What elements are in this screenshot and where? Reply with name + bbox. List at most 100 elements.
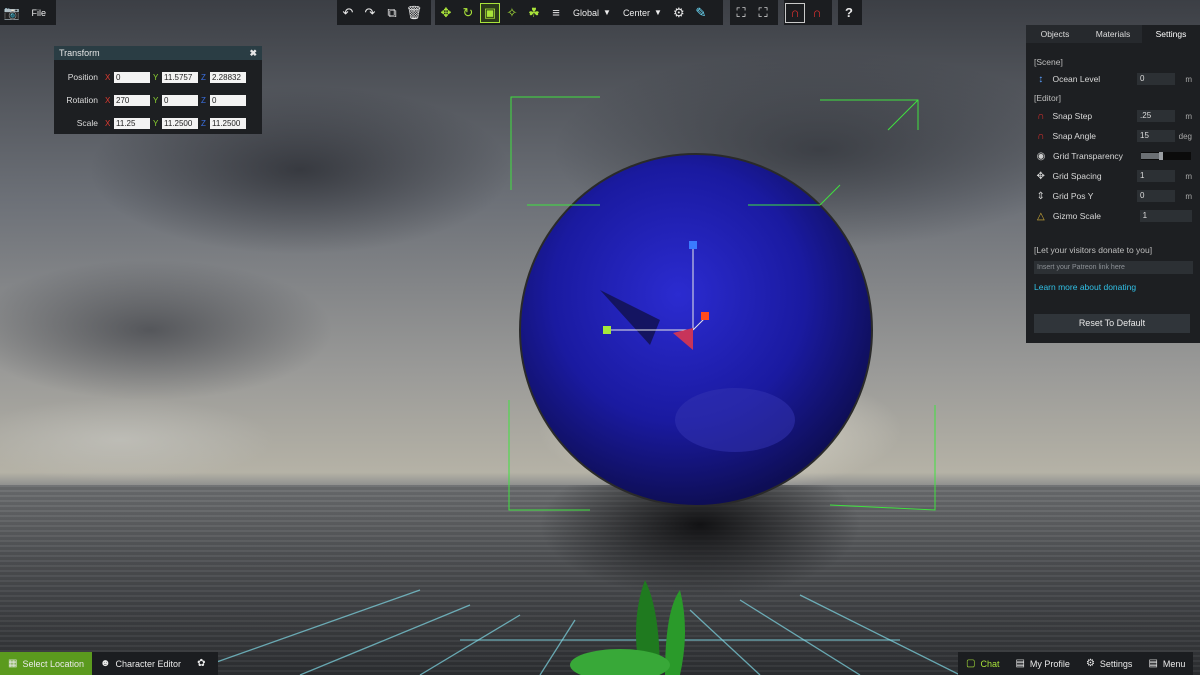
top-toolbar: 📷 File ↶ ↷ ⧉ 🗑 ✥ ↻ ▣ ✧ ☘ ≡ Global ▼ Cente…: [0, 0, 1200, 25]
axis-x-label: X: [105, 72, 111, 82]
reset-default-button[interactable]: Reset To Default: [1034, 314, 1190, 333]
chat-icon: ▢: [966, 658, 976, 669]
scale-label: Scale: [76, 118, 98, 128]
rotation-z-input[interactable]: 0: [210, 94, 246, 106]
donate-info-link[interactable]: Learn more about donating: [1034, 282, 1136, 292]
settings-button[interactable]: ⚙ Settings: [1078, 652, 1141, 675]
axis-z-label: Z: [201, 118, 206, 128]
vertex-snap-icon[interactable]: ✧: [502, 3, 522, 23]
settings-label: Settings: [1099, 658, 1133, 669]
character-editor-button[interactable]: ☻ Character Editor: [92, 652, 189, 675]
ocean-level-label: Ocean Level: [1052, 74, 1101, 84]
camera-icon[interactable]: 📷: [3, 3, 20, 23]
axis-x-label: X: [105, 95, 111, 105]
space-select-label: Global: [573, 7, 600, 18]
select-location-button[interactable]: ▦ Select Location: [0, 652, 92, 675]
rotation-y-input[interactable]: 0: [162, 94, 198, 106]
color-picker-icon[interactable]: ✎: [691, 3, 711, 23]
patreon-link-input[interactable]: Insert your Patreon link here: [1034, 261, 1193, 274]
gizmo-scale-input[interactable]: 1: [1139, 210, 1192, 222]
panel-tabs: Objects Materials Settings: [1026, 25, 1200, 43]
gizmo-z-handle: [689, 241, 697, 249]
tab-materials[interactable]: Materials: [1084, 25, 1142, 43]
chevron-down-icon: ▼: [653, 8, 662, 17]
transform-header[interactable]: Transform ✖: [54, 46, 262, 60]
snap-step-row: ∩ Snap Step .25 m: [1034, 109, 1192, 123]
duplicate-icon[interactable]: ⧉: [382, 3, 402, 23]
grid-spacing-input[interactable]: 1: [1137, 170, 1175, 182]
position-z-input[interactable]: 2.28832: [210, 71, 246, 83]
rotation-label: Rotation: [66, 95, 98, 105]
grid-transparency-slider[interactable]: [1141, 152, 1191, 160]
redo-icon[interactable]: ↷: [360, 3, 380, 23]
scale-icon[interactable]: ▣: [480, 2, 500, 23]
snap-angle-label: Snap Angle: [1052, 131, 1096, 141]
gizmo-y-handle: [603, 326, 611, 334]
magnet-icon[interactable]: ∩: [785, 2, 805, 23]
blue-sphere: [519, 153, 873, 507]
slider-handle[interactable]: [1159, 152, 1163, 160]
scene-section-header: [Scene]: [1034, 57, 1063, 67]
focus-group: ⛶ ⛶: [730, 0, 778, 25]
frame-all-icon[interactable]: ⛶: [753, 3, 773, 23]
grid-transparency-row: ◉ Grid Transparency: [1034, 149, 1192, 163]
position-y-input[interactable]: 11.5757: [162, 71, 198, 83]
inner-bowl: [675, 388, 795, 452]
tab-settings[interactable]: Settings: [1142, 25, 1200, 43]
emote-icon: ✿: [197, 658, 206, 669]
grid-spacing-icon: ✥: [1036, 170, 1045, 182]
menu-button[interactable]: ▤ Menu: [1140, 652, 1193, 675]
gear-icon[interactable]: ⚙: [669, 3, 689, 23]
donate-section-header: [Let your visitors donate to you]: [1034, 245, 1153, 255]
axis-y-label: Y: [153, 95, 159, 105]
snap-step-unit: m: [1185, 111, 1192, 121]
scale-z-input[interactable]: 11.2500: [210, 117, 246, 129]
transform-title: Transform: [59, 48, 100, 58]
undo-icon[interactable]: ↶: [338, 3, 358, 23]
snap-step-label: Snap Step: [1052, 111, 1093, 121]
move-icon[interactable]: ✥: [436, 3, 456, 23]
rotate-icon[interactable]: ↻: [458, 3, 478, 23]
my-profile-label: My Profile: [1029, 658, 1070, 669]
ocean-level-input[interactable]: 0: [1137, 73, 1175, 85]
pivot-select[interactable]: Center ▼: [619, 3, 666, 23]
grid-pos-label: Grid Pos Y: [1052, 191, 1094, 201]
grid-transparency-label: Grid Transparency: [1053, 151, 1123, 161]
foreground-plant: [570, 580, 685, 675]
magnet-angle-icon: ∩: [1037, 130, 1045, 142]
emote-button[interactable]: ✿: [189, 652, 218, 675]
floor-grid: [179, 589, 961, 675]
rotation-x-input[interactable]: 270: [114, 94, 150, 106]
help-icon[interactable]: ?: [839, 3, 859, 23]
ocean-level-icon: ↕: [1038, 73, 1044, 85]
gear-icon: ⚙: [1085, 658, 1095, 669]
position-x-input[interactable]: 0: [114, 71, 150, 83]
gizmo-scale-row: △ Gizmo Scale 1: [1034, 209, 1192, 223]
snap-step-input[interactable]: .25: [1137, 110, 1175, 122]
file-menu[interactable]: File: [21, 8, 56, 18]
grid-pos-unit: m: [1185, 191, 1192, 201]
axis-z-label: Z: [201, 72, 206, 82]
my-profile-button[interactable]: ▤ My Profile: [1007, 652, 1077, 675]
axis-y-label: Y: [153, 118, 159, 128]
ocean-level-unit: m: [1185, 74, 1192, 84]
delete-icon[interactable]: 🗑: [404, 3, 424, 23]
scale-x-input[interactable]: 11.25: [114, 117, 150, 129]
rotation-row: Rotation X 270 Y0 Z0: [54, 93, 262, 107]
grid-pos-row: ⇕ Grid Pos Y 0 m: [1034, 189, 1192, 203]
list-icon[interactable]: ≡: [546, 3, 566, 23]
scale-y-input[interactable]: 11.2500: [162, 117, 198, 129]
chat-button[interactable]: ▢ Chat: [958, 652, 1007, 675]
snap-angle-input[interactable]: 15: [1137, 130, 1175, 142]
position-label: Position: [67, 72, 98, 82]
paint-icon[interactable]: ☘: [524, 3, 544, 23]
focus-icon[interactable]: ⛶: [731, 3, 751, 23]
magnet-angle-icon[interactable]: ∩: [807, 3, 827, 23]
tab-objects[interactable]: Objects: [1026, 25, 1084, 43]
eye-icon: ◉: [1036, 150, 1046, 162]
space-select[interactable]: Global ▼: [569, 3, 615, 23]
grid-pos-input[interactable]: 0: [1137, 190, 1175, 202]
character-editor-label: Character Editor: [115, 658, 182, 669]
close-icon[interactable]: ✖: [249, 48, 257, 59]
scale-row: Scale X 11.25 Y 11.2500 Z 11.2500: [54, 116, 262, 130]
